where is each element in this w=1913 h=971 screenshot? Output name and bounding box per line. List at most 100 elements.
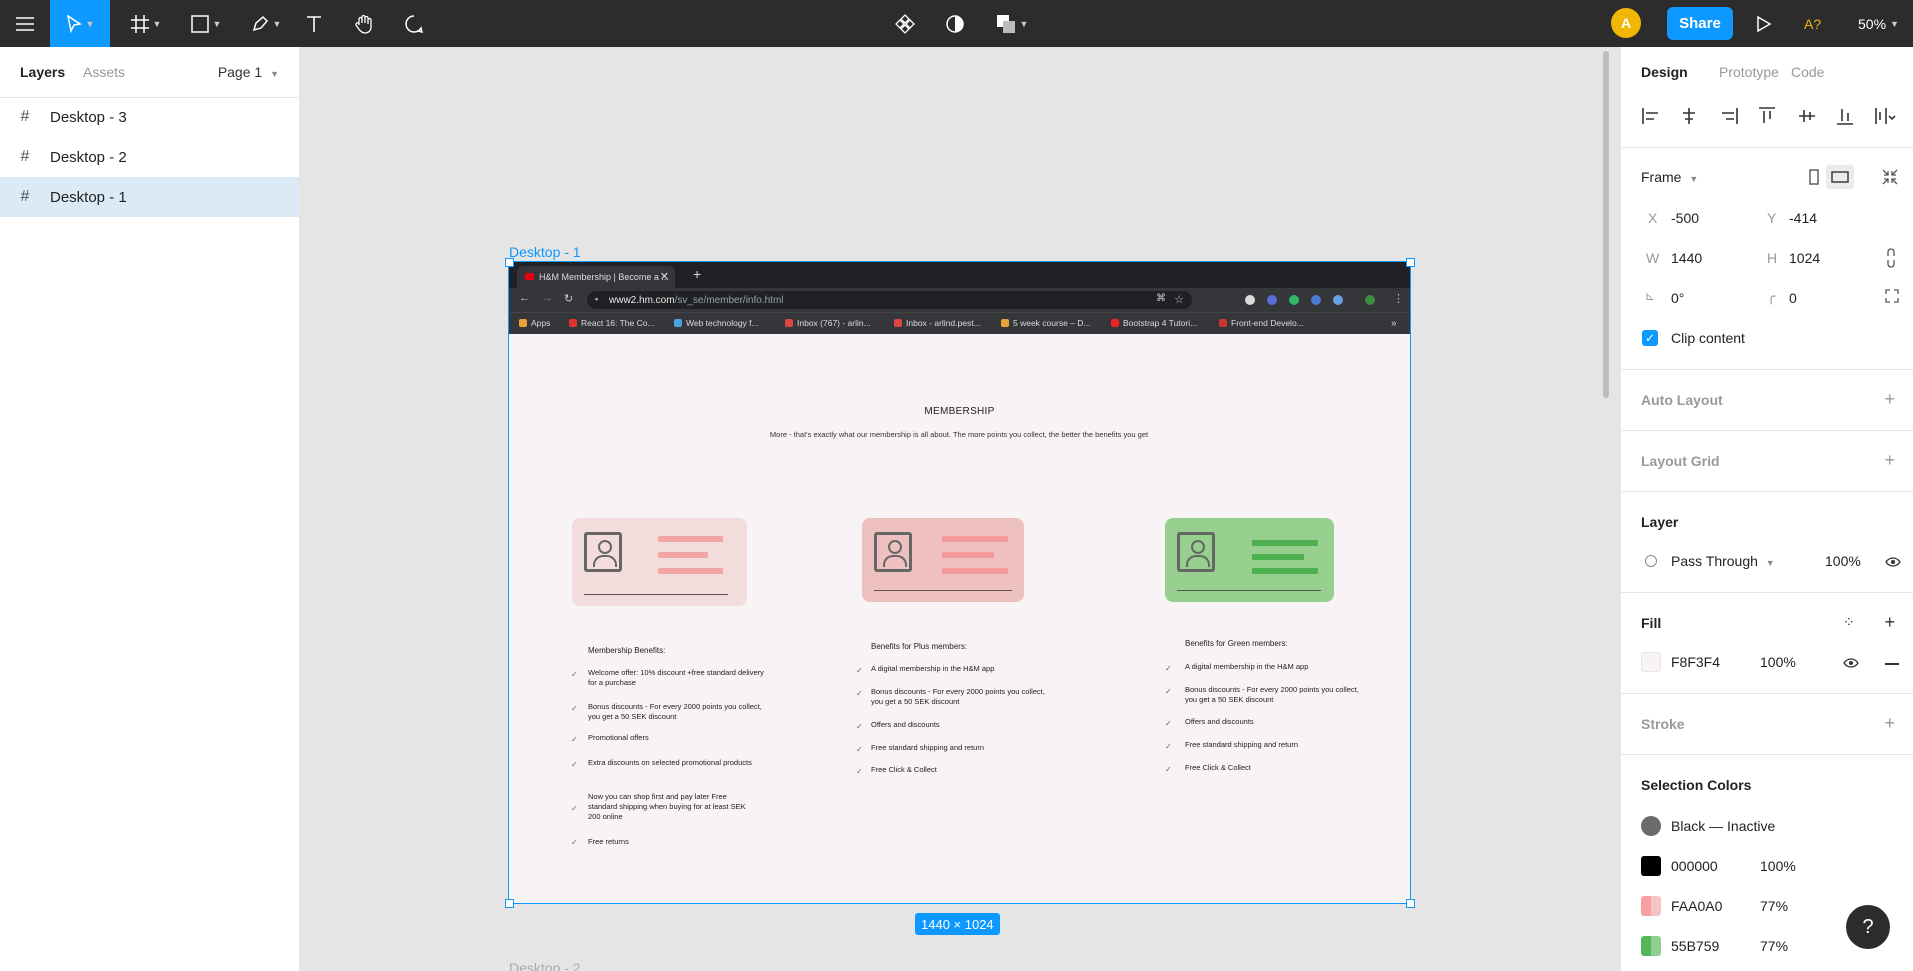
profile-card-icon [874,532,912,572]
tab-code[interactable]: Code [1791,64,1824,80]
corner-radius-icon: ╭ [1767,288,1776,304]
eye-icon[interactable] [1843,658,1859,668]
add-layout-grid-plus-icon[interactable]: + [1884,451,1895,469]
distribute-icon[interactable] [1873,104,1897,128]
remove-fill-minus-icon[interactable] [1885,663,1899,665]
x-field[interactable]: -500 [1671,210,1699,226]
card-line [942,536,1008,542]
layer-row[interactable]: # Desktop - 3 [0,97,299,137]
tab-assets[interactable]: Assets [83,64,125,80]
mask-button[interactable] [940,0,970,47]
blend-mode-label: Pass Through [1671,553,1758,569]
width-field[interactable]: 1440 [1671,250,1702,266]
layer-opacity-field[interactable]: 100% [1825,553,1861,569]
apps-grid-icon [519,319,527,327]
height-field[interactable]: 1024 [1789,250,1820,266]
list-item: A digital membership in the H&M app [871,664,995,673]
hand-icon [355,14,372,34]
card-line [942,568,1008,574]
move-tool-button[interactable]: ▼ [50,0,110,47]
fill-swatch[interactable] [1641,652,1661,672]
selection-color-opacity[interactable]: 100% [1760,858,1796,874]
avatar[interactable]: A [1611,8,1641,38]
tab-layers[interactable]: Layers [20,64,65,80]
components-button[interactable] [890,0,920,47]
zoom-menu[interactable]: 50% ▼ [1858,0,1899,47]
fill-hex-field[interactable]: F8F3F4 [1671,654,1720,670]
align-top-icon[interactable] [1755,104,1779,128]
align-right-icon[interactable] [1717,104,1741,128]
frame-label[interactable]: Desktop - 1 [509,244,581,260]
main-menu-button[interactable] [8,0,42,47]
align-center-h-icon[interactable] [1677,104,1701,128]
divider [1621,430,1913,431]
layer-row[interactable]: # Desktop - 2 [0,137,299,177]
divider [1621,693,1913,694]
help-button[interactable]: ? [1846,905,1890,949]
blend-mode-select[interactable]: Pass Through ▼ [1671,553,1775,569]
layer-row-selected[interactable]: # Desktop - 1 [0,177,299,217]
share-button[interactable]: Share [1667,7,1733,40]
selection-color-name[interactable]: 55B759 [1671,938,1719,954]
present-button[interactable] [1752,0,1776,47]
list-item: Bonus discounts - For every 2000 points … [1185,685,1359,704]
selection-color-name[interactable]: Black — Inactive [1671,818,1775,834]
shape-tool-button[interactable]: ▼ [184,0,228,47]
tab-design[interactable]: Design [1641,64,1688,80]
left-panel-tabs: Layers Assets Page 1 ▼ [0,47,299,98]
selection-color-opacity[interactable]: 77% [1760,898,1788,914]
boolean-ops-button[interactable]: ▼ [990,0,1034,47]
layer-heading: Layer [1641,514,1679,530]
comment-tool-button[interactable] [400,0,428,47]
selection-color-name[interactable]: FAA0A0 [1671,898,1722,914]
styles-grid-icon[interactable]: ⁘ [1843,614,1855,631]
y-field[interactable]: -414 [1789,210,1817,226]
missing-fonts-button[interactable]: A? [1804,0,1821,47]
color-swatch[interactable] [1641,896,1661,916]
add-fill-plus-icon[interactable]: + [1884,613,1895,631]
tab-prototype[interactable]: Prototype [1719,64,1779,80]
resize-handle[interactable] [1406,258,1415,267]
fill-opacity-field[interactable]: 100% [1760,654,1796,670]
constrain-proportions-icon[interactable] [1885,247,1897,269]
hand-tool-button[interactable] [350,0,378,47]
canvas-scrollbar[interactable] [1603,51,1609,398]
add-stroke-plus-icon[interactable]: + [1884,714,1895,732]
h-label: H [1767,250,1778,266]
frame-label-desktop-2[interactable]: Desktop - 2 [509,960,581,971]
add-auto-layout-plus-icon[interactable]: + [1884,390,1895,408]
resize-handle[interactable] [1406,899,1415,908]
selection-color-opacity[interactable]: 77% [1760,938,1788,954]
align-bottom-icon[interactable] [1833,104,1857,128]
color-swatch[interactable] [1641,816,1661,836]
align-left-icon[interactable] [1639,104,1663,128]
color-swatch[interactable] [1641,856,1661,876]
page-selector[interactable]: Page 1 ▼ [218,64,279,80]
list-item: Now you can shop first and pay later Fre… [588,792,746,821]
divider [1621,592,1913,593]
corner-radius-field[interactable]: 0 [1789,290,1797,306]
clip-content-checkbox[interactable]: ✓ [1642,330,1658,346]
selection-color-name[interactable]: 000000 [1671,858,1718,874]
independent-corners-icon[interactable] [1885,289,1899,303]
resize-to-fit-icon[interactable] [1881,168,1899,186]
rotation-field[interactable]: 0° [1671,290,1684,306]
frame-type-select[interactable]: Frame ▼ [1641,169,1698,185]
resize-handle[interactable] [505,899,514,908]
resize-handle[interactable] [505,258,514,267]
eye-icon[interactable] [1885,557,1901,567]
text-tool-button[interactable] [300,0,328,47]
landscape-toggle[interactable] [1826,165,1854,189]
list-item: A digital membership in the H&M app [1185,662,1309,671]
portrait-icon[interactable] [1807,167,1821,187]
bookmark-label: 5 week course – D... [1013,318,1091,328]
frame-desktop-1[interactable]: H&M Membership | Become a ... ✕ + ← → ↻ … [508,261,1411,904]
color-swatch[interactable] [1641,936,1661,956]
pen-tool-button[interactable]: ▼ [244,0,288,47]
left-panel: Layers Assets Page 1 ▼ # Desktop - 3 # D… [0,47,300,971]
bookmark-label: Apps [531,318,551,328]
card-line [942,552,994,558]
align-center-v-icon[interactable] [1795,104,1819,128]
bookmark-label: Front-end Develo... [1231,318,1304,328]
frame-tool-button[interactable]: ▼ [124,0,168,47]
